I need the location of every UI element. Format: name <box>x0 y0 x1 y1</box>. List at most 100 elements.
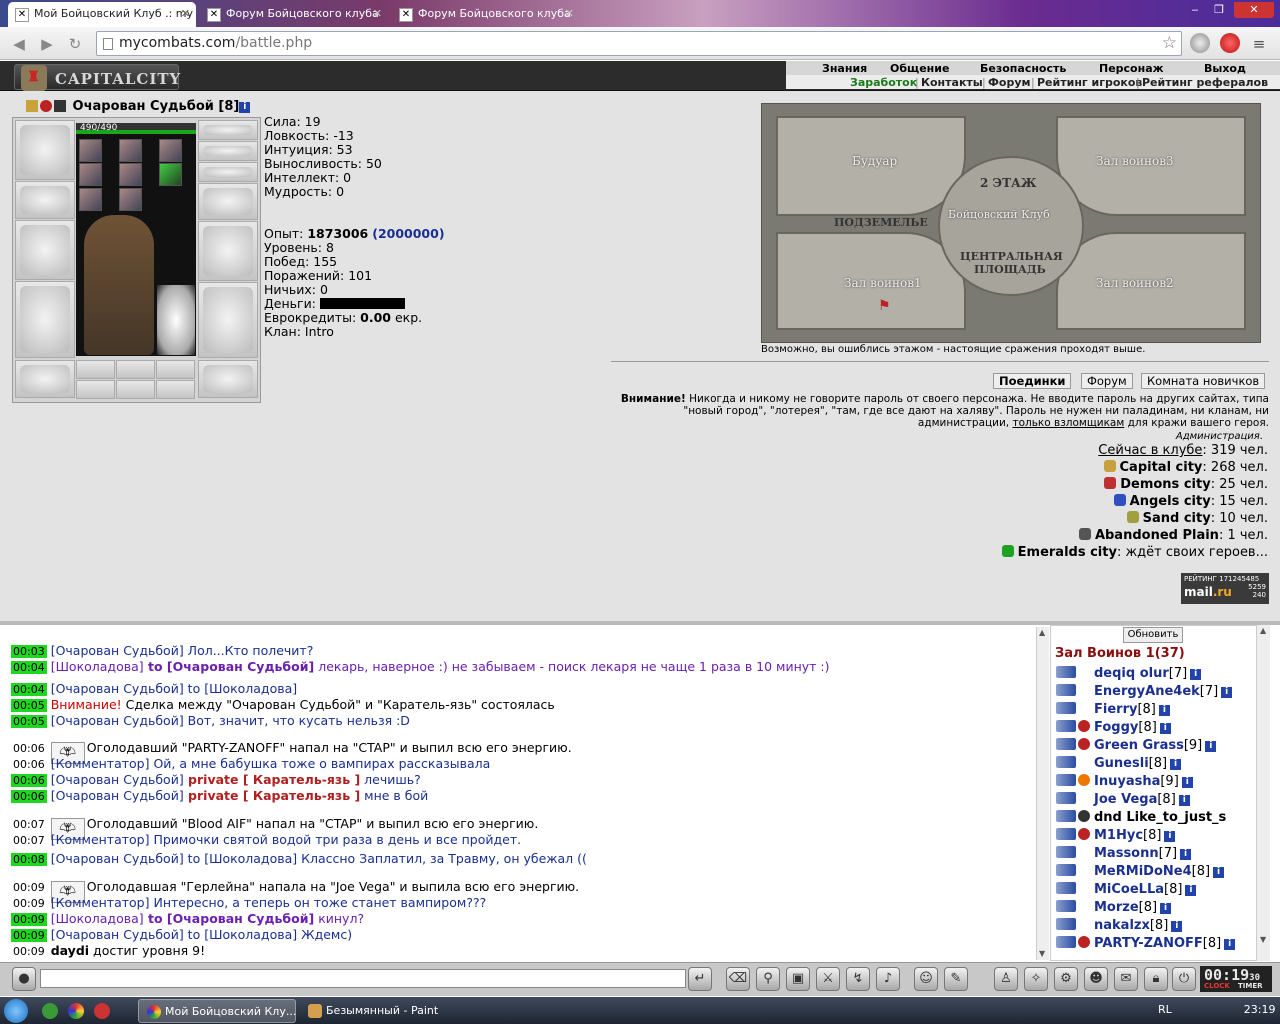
amulet-slot[interactable] <box>198 141 258 161</box>
chat-time[interactable]: 00:06 <box>11 790 47 803</box>
info-icon[interactable]: i <box>1159 723 1171 734</box>
chat-nick[interactable]: [Комментатор] <box>51 832 150 847</box>
reload-icon[interactable]: ↻ <box>64 33 86 55</box>
player-name[interactable]: M1Hyc <box>1094 828 1143 843</box>
player-row[interactable]: Foggy[8] i <box>1056 720 1171 735</box>
send-icon[interactable]: ↵ <box>688 967 712 991</box>
gloves-slot[interactable] <box>198 183 258 220</box>
buff-icon[interactable] <box>79 139 102 162</box>
spell-slot-6[interactable] <box>156 380 195 399</box>
scroll-down-icon[interactable]: ▼ <box>1039 949 1045 958</box>
player-name[interactable]: dnd Like_to_just_s <box>1094 810 1226 825</box>
info-icon[interactable]: i <box>1181 777 1193 788</box>
shield-slot[interactable] <box>198 221 258 281</box>
taskbar-item-paint[interactable]: Безымянный - Paint <box>300 999 450 1023</box>
menu-wrench-icon[interactable]: ≡ <box>1248 33 1270 55</box>
chat-time[interactable]: 00:08 <box>11 853 47 866</box>
menu-referral-rating[interactable]: Рейтинг рефералов <box>1142 76 1268 89</box>
weapon-slot[interactable] <box>15 220 75 280</box>
lock-icon[interactable]: 🔒︎ <box>1144 967 1168 991</box>
map-label-hall1[interactable]: Зал воинов1 <box>844 276 922 290</box>
player-row[interactable]: EnergyAne4ek[7] i <box>1056 684 1233 699</box>
chat-menu-icon[interactable]: ● <box>12 967 36 991</box>
back-icon[interactable]: ◀ <box>8 33 30 55</box>
menu-contacts[interactable]: Контакты <box>921 76 983 89</box>
opera-icon[interactable] <box>94 1003 110 1019</box>
player-row[interactable]: PARTY-ZANOFF[8] i <box>1056 936 1236 951</box>
player-name[interactable]: Gunesli <box>1094 756 1149 771</box>
spell-slot-1[interactable] <box>76 360 115 379</box>
chat-time[interactable]: 00:09 <box>11 881 47 894</box>
info-icon[interactable]: i <box>1180 849 1192 860</box>
private-message-icon[interactable] <box>1056 864 1076 876</box>
map-label-club[interactable]: Бойцовский Клуб <box>948 208 1050 221</box>
rings-slot[interactable] <box>198 162 258 182</box>
menu-earnings[interactable]: Заработок <box>850 76 917 89</box>
private-message-icon[interactable] <box>1056 828 1076 840</box>
chat-nick[interactable]: daydi <box>51 943 89 958</box>
chat-recipient[interactable]: private [ Каратель-язь ] <box>184 788 360 803</box>
spell-slot-5[interactable] <box>116 380 155 399</box>
info-icon[interactable]: i <box>1205 741 1217 752</box>
private-message-icon[interactable] <box>1056 666 1076 678</box>
buff-icon[interactable] <box>79 188 102 211</box>
chat-time[interactable]: 00:05 <box>11 715 47 728</box>
chat-recipient[interactable]: to [Шоколадова] <box>184 851 297 866</box>
extension-icon[interactable] <box>1190 33 1210 53</box>
private-message-icon[interactable] <box>1056 900 1076 912</box>
private-message-icon[interactable] <box>1056 684 1076 696</box>
private-message-icon[interactable] <box>1056 792 1076 804</box>
player-row[interactable]: Gunesli[8] i <box>1056 756 1182 771</box>
player-name[interactable]: Massonn <box>1094 846 1159 861</box>
chat-time[interactable]: 00:04 <box>11 661 47 674</box>
chat-time[interactable]: 00:05 <box>11 699 47 712</box>
chat-nick[interactable]: [Очарован Судьбой] <box>51 681 184 696</box>
address-bar[interactable]: mycombats.com/battle.php ☆ <box>96 31 1182 56</box>
player-row[interactable]: dnd Like_to_just_s <box>1056 810 1226 825</box>
buff-icon[interactable] <box>119 188 142 211</box>
map-label-square[interactable]: ПЛОЩАДЬ <box>974 263 1046 276</box>
player-name[interactable]: Joe Vega <box>1094 792 1157 807</box>
city-name[interactable]: Capital city <box>1120 460 1203 475</box>
forum-button[interactable]: Форум <box>1081 373 1133 389</box>
tab-forum-1[interactable]: ✕ Форум Бойцовского клуба ✕ <box>200 2 388 27</box>
buff-icon[interactable] <box>119 139 142 162</box>
menu-security[interactable]: Безопасность <box>980 62 1066 75</box>
player-row[interactable]: M1Hyc[8] i <box>1056 828 1176 843</box>
taskbar-item-browser[interactable]: Мой Бойцовский Клу... <box>138 999 296 1023</box>
spell-slot-3[interactable] <box>156 360 195 379</box>
info-icon[interactable]: i <box>1213 867 1225 878</box>
save-icon[interactable]: ▣ <box>786 967 810 991</box>
exit-icon[interactable]: ⏻ <box>1172 967 1196 991</box>
private-message-icon[interactable] <box>1056 936 1076 948</box>
minimize-window-icon[interactable]: ‒ <box>1184 2 1206 18</box>
player-name[interactable]: Morze <box>1094 900 1139 915</box>
info-icon[interactable]: i <box>1160 903 1172 914</box>
room-scrollbar[interactable]: ▲ ▼ <box>1256 625 1270 961</box>
chat-recipient[interactable]: to [Шоколадова] <box>184 681 297 696</box>
player-row[interactable]: Morze[8] i <box>1056 900 1172 915</box>
private-message-icon[interactable] <box>1056 756 1076 768</box>
menu-exit[interactable]: Выход <box>1204 62 1246 75</box>
buff-icon[interactable] <box>119 163 142 186</box>
chat-time[interactable]: 00:06 <box>11 742 47 755</box>
menu-forum[interactable]: Форум <box>988 76 1031 89</box>
map-label-dungeon[interactable]: ПОДЗЕМЕЛЬЕ <box>834 216 928 229</box>
tab-battle[interactable]: ✕ Мой Бойцовский Клуб .: my ✕ <box>8 2 196 27</box>
chat-time[interactable]: 00:06 <box>11 758 47 771</box>
chat-nick[interactable]: [Шоколадова] <box>51 659 144 674</box>
chat-nick[interactable]: [Очарован Судьбой] <box>51 772 184 787</box>
helmet-slot[interactable] <box>15 120 75 180</box>
chat-nick[interactable]: [Очарован Судьбой] <box>51 788 184 803</box>
chat-time[interactable]: 00:03 <box>11 645 47 658</box>
info-icon[interactable]: i <box>1190 669 1202 680</box>
player-name[interactable]: nakalzx <box>1094 918 1150 933</box>
chat-scrollbar[interactable]: ▲ ▼ <box>1036 627 1049 960</box>
player-name[interactable]: PARTY-ZANOFF <box>1094 936 1203 951</box>
private-message-icon[interactable] <box>1056 774 1076 786</box>
forward-icon[interactable]: ▶ <box>36 33 58 55</box>
info-icon[interactable]: i <box>1164 831 1176 842</box>
info-icon[interactable]: i <box>1158 705 1170 716</box>
buff-icon[interactable] <box>159 139 182 162</box>
chat-nick[interactable]: [Комментатор] <box>51 895 150 910</box>
